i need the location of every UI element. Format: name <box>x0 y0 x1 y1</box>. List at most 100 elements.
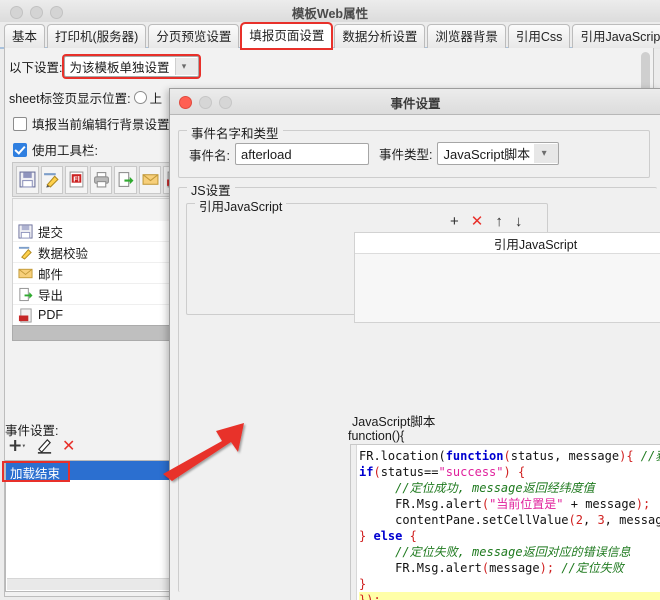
mail-icon[interactable] <box>138 165 162 194</box>
list-item-label: 提交 <box>38 225 64 240</box>
list-item[interactable]: 邮件 <box>13 263 183 284</box>
toolbar-feature-list[interactable]: 提交 数据校验 邮件 导出 PDF Excel(分页导出) <box>12 198 184 328</box>
save-icon[interactable] <box>16 165 39 194</box>
flash-icon[interactable]: Fl <box>65 165 88 194</box>
code-line: if(status=="success") { <box>359 465 526 479</box>
script-signature: function(){ <box>348 429 405 443</box>
move-up-button[interactable]: ↑ <box>495 213 503 230</box>
event-name-input[interactable]: afterload <box>234 143 369 165</box>
tab-page-preview[interactable]: 分页预览设置 <box>148 24 240 49</box>
verify-icon[interactable] <box>40 165 64 194</box>
delete-event-button[interactable]: ✕ <box>62 439 75 455</box>
tab-label: 分页预览设置 <box>156 30 232 44</box>
event-name-label: 事件名: <box>189 148 230 163</box>
scope-select[interactable]: 为该模板单独设置 ▾ <box>64 56 199 77</box>
tab-reference-javascript[interactable]: 引用JavaScript <box>572 24 660 49</box>
event-item-highlight <box>2 461 70 482</box>
add-event-button[interactable] <box>7 437 27 457</box>
code-line: //定位成功, message返回经纬度值 <box>395 481 595 495</box>
code-line: FR.Msg.alert("当前位置是" + message); <box>359 497 651 511</box>
chevron-down-icon: ▾ <box>534 144 559 163</box>
list-item-label: PDF <box>38 308 63 322</box>
event-settings-dialog: 事件设置 事件名字和类型 事件名: afterload 事件类型: JavaSc… <box>169 88 660 600</box>
tab-label: 浏览器背景 <box>435 30 498 44</box>
event-name-value: afterload <box>240 146 292 162</box>
tab-fill-page-settings[interactable]: 填报页面设置 <box>240 22 334 50</box>
code-line-current: }); <box>359 592 660 600</box>
app-root: 模板Web属性 基本 打印机(服务器) 分页预览设置 填报页面设置 数据分析设置… <box>0 0 660 600</box>
submit-icon <box>17 223 33 239</box>
scope-row: 以下设置: 为该模板单独设置 ▾ <box>9 56 199 77</box>
code-line: } else { <box>359 529 417 543</box>
list-item[interactable]: 导出 <box>13 284 183 305</box>
code-line: } <box>359 577 367 591</box>
code-line: FR.Msg.alert(message); //定位失败 <box>359 561 624 575</box>
edit-row-bg-checkbox[interactable] <box>13 116 27 131</box>
dialog-titlebar: 事件设置 <box>170 89 660 115</box>
reference-javascript-table[interactable]: 引用JavaScript <box>354 232 660 323</box>
use-toolbar-checkbox[interactable] <box>13 142 27 157</box>
export-icon[interactable] <box>114 165 137 194</box>
panel-divider <box>12 325 184 341</box>
list-item-label: 数据校验 <box>38 246 89 261</box>
use-toolbar-row[interactable]: 使用工具栏: <box>13 140 98 159</box>
event-list-hscrollbar[interactable] <box>7 578 173 590</box>
export-icon <box>17 286 33 302</box>
move-down-button[interactable]: ↓ <box>515 213 523 230</box>
event-type-select[interactable]: JavaScript脚本 ▾ <box>437 142 560 165</box>
tab-bar: 基本 打印机(服务器) 分页预览设置 填报页面设置 数据分析设置 浏览器背景 引… <box>0 22 660 50</box>
verify-icon <box>17 244 33 260</box>
sheet-tab-position-row: sheet标签页显示位置: 上 <box>9 88 162 107</box>
script-source[interactable]: FR.location(function(status, message){ /… <box>359 448 660 600</box>
list-item[interactable]: 提交 <box>13 221 183 242</box>
tab-label: 打印机(服务器) <box>55 30 139 44</box>
code-line: FR.location(function(status, message){ /… <box>359 449 660 463</box>
delete-reference-button[interactable]: ✕ <box>471 212 484 230</box>
svg-text:Fl: Fl <box>73 175 80 184</box>
chevron-down-icon: ▾ <box>174 58 198 75</box>
code-line: //定位失败, message返回对应的错误信息 <box>395 545 631 559</box>
editor-gutter <box>351 445 357 600</box>
event-settings-toolbar: ✕ <box>7 437 75 457</box>
event-name-type-group: 事件名字和类型 事件名: afterload 事件类型: JavaScript脚… <box>178 123 650 178</box>
list-item[interactable]: 数据校验 <box>13 242 183 263</box>
mail-icon <box>17 265 33 281</box>
table-column-header: 引用JavaScript <box>355 233 660 254</box>
widget-toolbar[interactable]: Fl <box>12 162 187 197</box>
tab-label: 填报页面设置 <box>249 29 325 43</box>
list-item[interactable]: PDF <box>13 305 183 326</box>
add-reference-button[interactable]: + <box>450 213 459 230</box>
reference-table-toolbar: + ✕ ↑ ↓ <box>450 212 523 231</box>
scope-label: 以下设置: <box>9 61 63 75</box>
tab-data-analysis[interactable]: 数据分析设置 <box>334 24 426 49</box>
tab-basic[interactable]: 基本 <box>4 24 46 49</box>
window-titlebar: 模板Web属性 <box>0 0 660 23</box>
tab-label: 基本 <box>12 30 38 44</box>
list-spacer <box>13 199 183 221</box>
sheet-tab-position-label: sheet标签页显示位置: <box>9 92 131 106</box>
edit-row-bg-label: 填报当前编辑行背景设置: <box>32 118 173 132</box>
tab-printer-server[interactable]: 打印机(服务器) <box>47 24 147 49</box>
tab-label: 数据分析设置 <box>342 30 418 44</box>
tab-reference-css[interactable]: 引用Css <box>507 24 571 49</box>
script-caption: JavaScript脚本 <box>352 415 436 429</box>
list-item-label: 导出 <box>38 288 64 303</box>
dialog-title: 事件设置 <box>390 97 441 111</box>
list-item-label: 邮件 <box>38 267 64 282</box>
event-type-label: 事件类型: <box>379 148 433 162</box>
code-line: contentPane.setCellValue(2, 3, message); <box>359 513 660 527</box>
page-title: 模板Web属性 <box>291 7 369 21</box>
group-caption: 事件名字和类型 <box>187 123 283 142</box>
print-icon[interactable] <box>89 165 113 194</box>
tab-browser-background[interactable]: 浏览器背景 <box>427 24 506 49</box>
tab-label: 引用JavaScript <box>580 30 660 44</box>
tab-label: 引用Css <box>515 30 563 44</box>
radio-top[interactable] <box>133 91 147 104</box>
edit-row-bg-row[interactable]: 填报当前编辑行背景设置: <box>13 114 173 133</box>
event-type-value: JavaScript脚本 <box>443 147 531 162</box>
scope-select-value: 为该模板单独设置 <box>69 61 170 75</box>
pdf-icon <box>17 307 33 323</box>
radio-top-label: 上 <box>149 92 163 106</box>
script-code-editor[interactable]: FR.location(function(status, message){ /… <box>350 444 660 600</box>
edit-event-button[interactable] <box>36 437 53 457</box>
